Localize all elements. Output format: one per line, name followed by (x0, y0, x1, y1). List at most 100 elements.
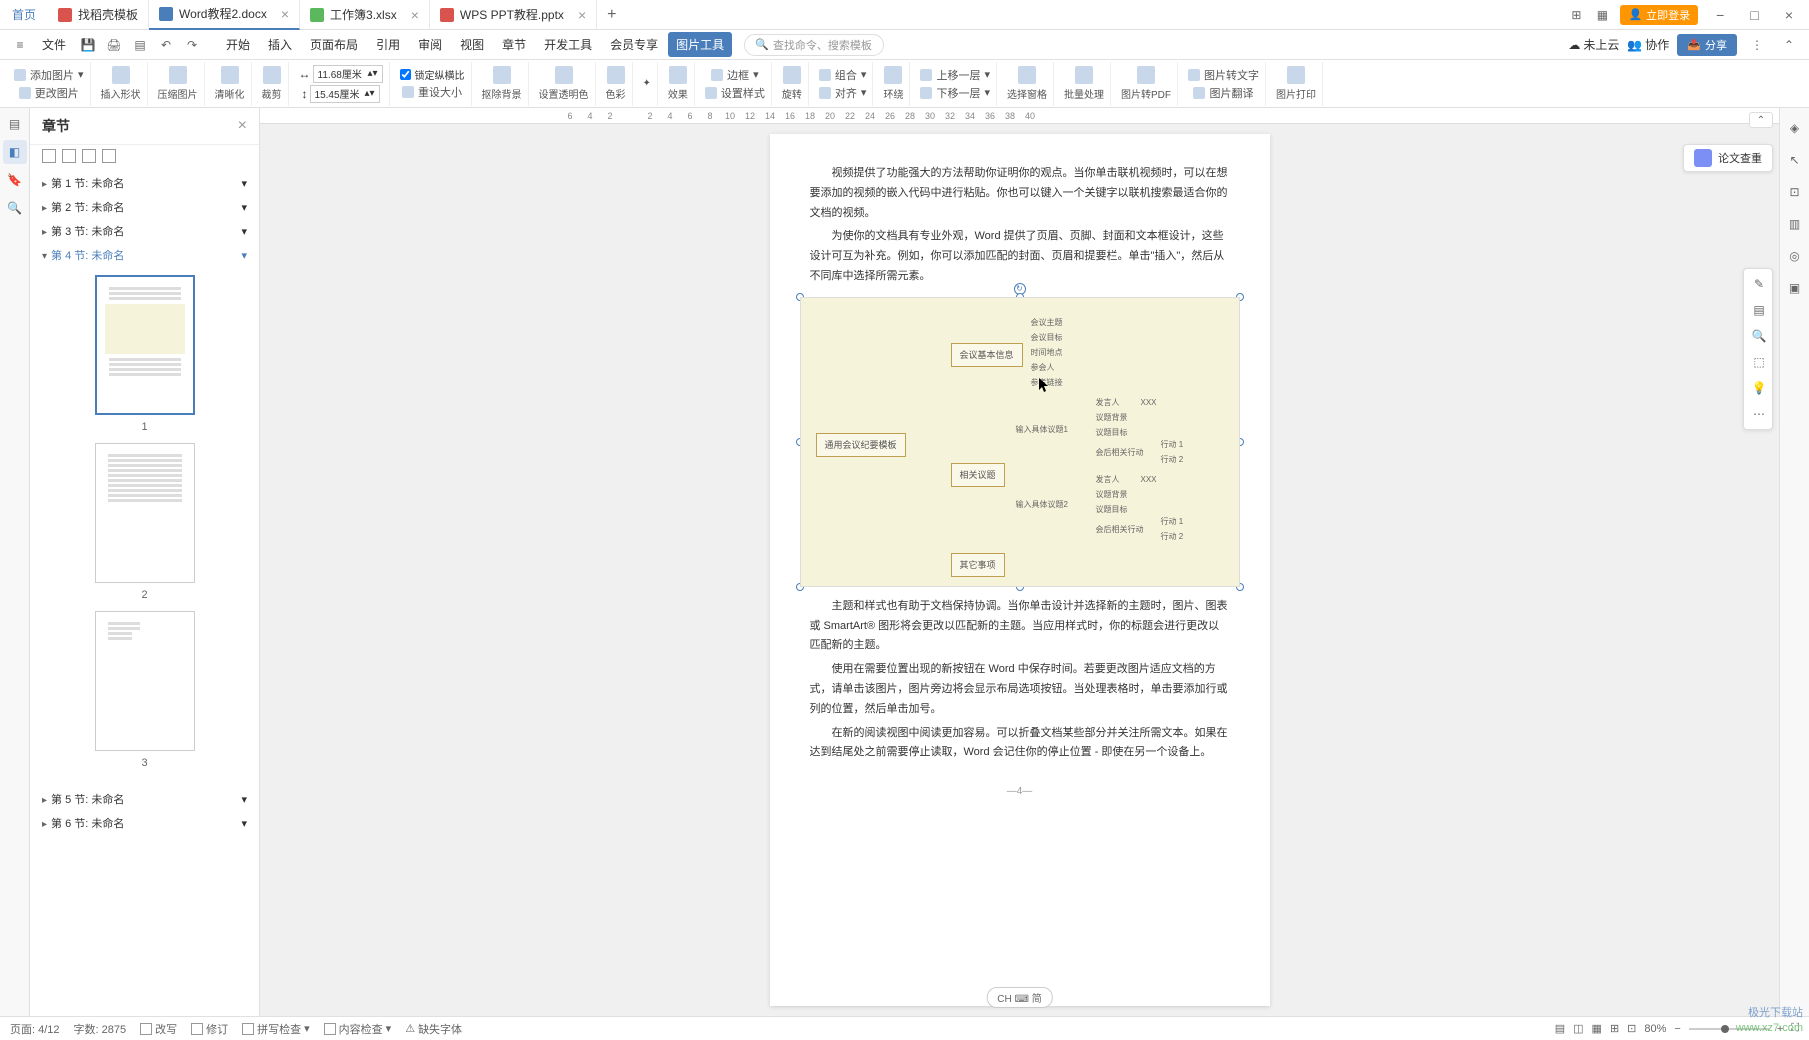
tool-1-icon[interactable] (42, 149, 56, 163)
crop-float-icon[interactable]: ⬚ (1748, 351, 1770, 373)
menu-picture-tools[interactable]: 图片工具 (668, 32, 732, 57)
redo-icon[interactable]: ↷ (180, 33, 204, 57)
collapse-pane-button[interactable]: ⌃ (1749, 112, 1773, 128)
batch-button[interactable]: 批量处理 (1064, 66, 1104, 101)
menu-member[interactable]: 会员专享 (602, 32, 666, 57)
page-thumbnail-1[interactable] (95, 275, 195, 415)
spellcheck-button[interactable]: 拼写检查 ▾ (242, 1021, 310, 1037)
more-icon[interactable]: ⋮ (1745, 33, 1769, 57)
tab-word-doc[interactable]: Word教程2.docx × (149, 0, 300, 30)
view-mode-2-icon[interactable]: ◫ (1573, 1022, 1583, 1035)
move-up-button[interactable]: 上移一层 ▾ (920, 67, 990, 83)
maximize-button[interactable]: □ (1742, 3, 1766, 27)
add-tab-button[interactable]: + (597, 6, 626, 24)
to-pdf-button[interactable]: 图片转PDF (1121, 66, 1171, 101)
panel-close-icon[interactable]: × (238, 117, 247, 135)
zoom-float-icon[interactable]: 🔍 (1748, 325, 1770, 347)
zoom-level[interactable]: 80% (1644, 1023, 1666, 1035)
pic-print-button[interactable]: 图片打印 (1276, 66, 1316, 101)
chapter-item[interactable]: ▸第 6 节: 未命名▾ (30, 811, 259, 835)
menu-icon[interactable]: ≡ (8, 33, 32, 57)
page-indicator[interactable]: 页面: 4/12 (10, 1021, 60, 1037)
tab-ppt[interactable]: WPS PPT教程.pptx × (430, 0, 597, 30)
paper-check-button[interactable]: 论文查重 (1683, 144, 1773, 172)
view-mode-4-icon[interactable]: ⊞ (1610, 1022, 1619, 1035)
transparent-color-button[interactable]: 设置透明色 (539, 66, 589, 101)
minimize-button[interactable]: − (1708, 3, 1732, 27)
style-rail-icon[interactable]: ◈ (1783, 116, 1807, 140)
home-tab[interactable]: 首页 (0, 0, 48, 30)
save-icon[interactable]: 💾 (76, 33, 100, 57)
remove-bg-button[interactable]: 抠除背景 (482, 66, 522, 101)
menu-review[interactable]: 审阅 (410, 32, 450, 57)
more-float-icon[interactable]: ⋯ (1748, 403, 1770, 425)
preview-icon[interactable]: ▤ (128, 33, 152, 57)
tool-2-icon[interactable] (62, 149, 76, 163)
menu-devtools[interactable]: 开发工具 (536, 32, 600, 57)
group-button[interactable]: 组合 ▾ (819, 67, 867, 83)
color-button[interactable]: 色彩 (606, 66, 626, 101)
edit-float-icon[interactable]: ✎ (1748, 273, 1770, 295)
select-rail-icon[interactable]: ↖ (1783, 148, 1807, 172)
collapse-ribbon-icon[interactable]: ⌃ (1777, 33, 1801, 57)
content-check-button[interactable]: 内容检查 ▾ (324, 1021, 392, 1037)
apps-icon[interactable]: ▦ (1594, 7, 1610, 23)
chapter-item[interactable]: ▸第 5 节: 未命名▾ (30, 787, 259, 811)
idea-float-icon[interactable]: 💡 (1748, 377, 1770, 399)
change-picture-button[interactable]: 更改图片 (19, 85, 79, 101)
revise-button[interactable]: 修订 (191, 1021, 228, 1037)
cloud-status[interactable]: ☁ 未上云 (1568, 36, 1619, 53)
chapter-item[interactable]: ▸第 2 节: 未命名▾ (30, 195, 259, 219)
undo-icon[interactable]: ↶ (154, 33, 178, 57)
height-input[interactable]: 15.45厘米▴▾ (310, 85, 380, 103)
effect-button[interactable]: 效果 (668, 66, 688, 101)
file-menu[interactable]: 文件 (34, 32, 74, 57)
wrap-float-icon[interactable]: ▤ (1748, 299, 1770, 321)
view-mode-1-icon[interactable]: ▤ (1555, 1022, 1565, 1035)
mindmap-image[interactable]: ↻ 通用会议纪要模板 会议基本信息 相关议题 其它事项 会议主题 (800, 297, 1240, 587)
help-rail-icon[interactable]: ◎ (1783, 244, 1807, 268)
chapter-item[interactable]: ▸第 1 节: 未命名▾ (30, 171, 259, 195)
chapter-item[interactable]: ▸第 3 节: 未命名▾ (30, 219, 259, 243)
chapter-item-active[interactable]: ▾第 4 节: 未命名▾ (30, 243, 259, 267)
print-icon[interactable]: 🖨 (102, 33, 126, 57)
document-page[interactable]: 视频提供了功能强大的方法帮助你证明你的观点。当你单击联机视频时，可以在想要添加的… (770, 134, 1270, 1006)
menu-reference[interactable]: 引用 (368, 32, 408, 57)
horizontal-ruler[interactable]: 642246810121416182022242628303234363840 (260, 108, 1779, 124)
bookmark-icon[interactable]: 🔖 (3, 168, 27, 192)
adjust-button[interactable]: ✦ (643, 78, 651, 89)
command-search[interactable]: 🔍 查找命令、搜索模板 (744, 34, 884, 56)
tool-3-icon[interactable] (82, 149, 96, 163)
insert-shape-button[interactable]: 插入形状 (101, 66, 141, 101)
page-thumbnail-3[interactable] (95, 611, 195, 751)
outline-icon[interactable]: ▤ (3, 112, 27, 136)
compress-button[interactable]: 压缩图片 (158, 66, 198, 101)
align-button[interactable]: 对齐 ▾ (819, 85, 867, 101)
login-button[interactable]: 👤 立即登录 (1620, 5, 1698, 25)
page-thumbnail-2[interactable] (95, 443, 195, 583)
translate-button[interactable]: 图片翻译 (1193, 85, 1253, 101)
reset-size-button[interactable]: 重设大小 (402, 84, 462, 100)
add-picture-button[interactable]: 添加图片 ▾ (14, 67, 84, 83)
rotate-button[interactable]: 旋转 (782, 66, 802, 101)
search-rail-icon[interactable]: 🔍 (3, 196, 27, 220)
lock-ratio-checkbox[interactable]: 锁定纵横比 (400, 67, 465, 82)
set-style-button[interactable]: 设置样式 (705, 85, 765, 101)
ime-indicator[interactable]: CH ⌨ 简 (986, 987, 1052, 1008)
border-button[interactable]: 边框 ▾ (711, 67, 759, 83)
limit-rail-icon[interactable]: ⊡ (1783, 180, 1807, 204)
crop-button[interactable]: 裁剪 (262, 66, 282, 101)
view-mode-5-icon[interactable]: ⊡ (1627, 1022, 1636, 1035)
layout-icon[interactable]: ⊞ (1568, 7, 1584, 23)
tool-4-icon[interactable] (102, 149, 116, 163)
zoom-out-button[interactable]: − (1674, 1023, 1680, 1035)
menu-chapter[interactable]: 章节 (494, 32, 534, 57)
move-down-button[interactable]: 下移一层 ▾ (920, 85, 990, 101)
width-input[interactable]: 11.68厘米▴▾ (313, 65, 383, 83)
chapter-icon[interactable]: ◧ (3, 140, 27, 164)
collab-button[interactable]: 👥 协作 (1627, 36, 1669, 53)
rewrite-button[interactable]: 改写 (140, 1021, 177, 1037)
share-button[interactable]: 📤 分享 (1677, 34, 1737, 56)
word-count[interactable]: 字数: 2875 (74, 1021, 127, 1037)
select-pane-button[interactable]: 选择窗格 (1007, 66, 1047, 101)
